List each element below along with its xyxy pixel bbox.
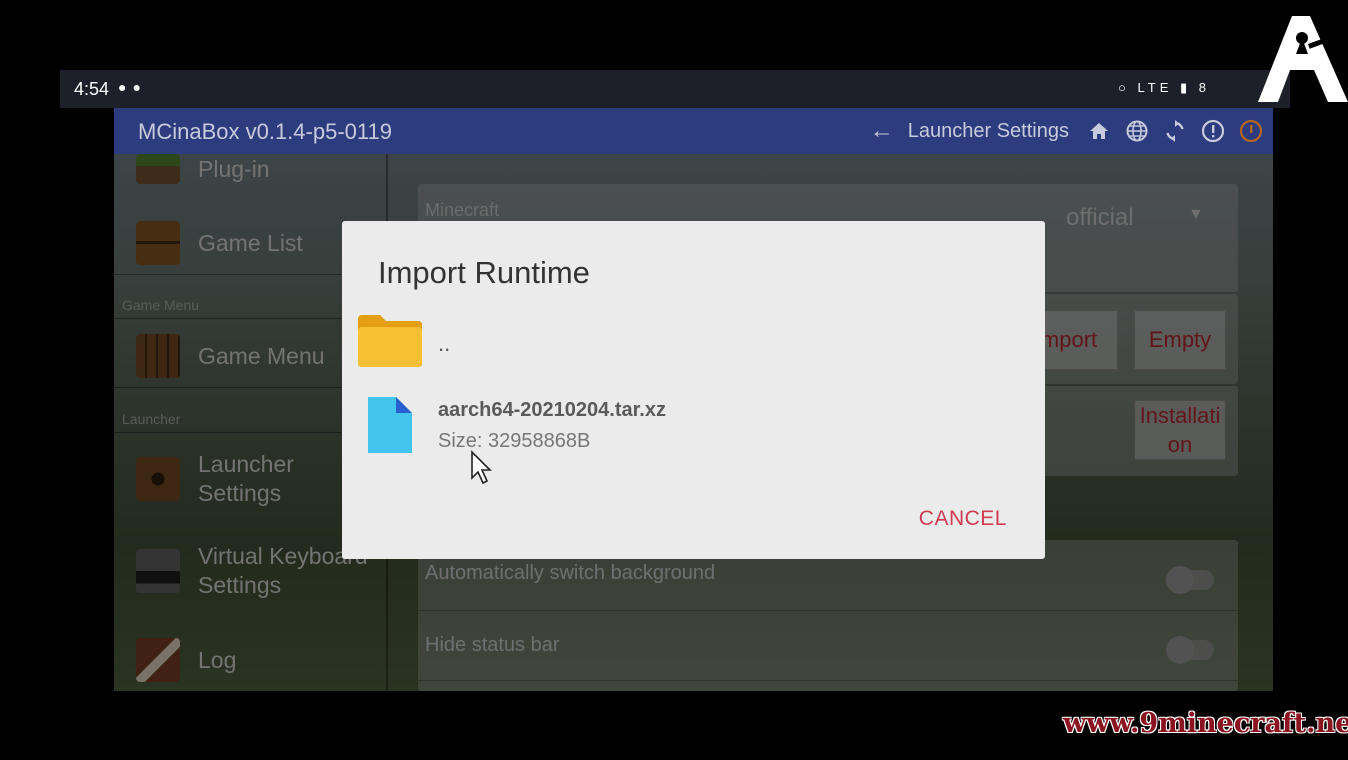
app-title: MCinaBox v0.1.4-p5-0119 bbox=[138, 119, 392, 144]
site-watermark: www.9minecraft.net bbox=[1063, 708, 1348, 739]
cancel-button[interactable]: CANCEL bbox=[919, 507, 1007, 531]
dialog-title: Import Runtime bbox=[378, 255, 590, 290]
system-status-icons: ○ LTE ▮ 8 bbox=[1118, 80, 1210, 95]
status-bar: 4:54 ●● ○ LTE ▮ 8 bbox=[60, 70, 1290, 108]
home-icon[interactable] bbox=[1087, 119, 1111, 143]
folder-icon bbox=[358, 315, 422, 367]
channel-logo-icon bbox=[1258, 16, 1348, 102]
app-bar: MCinaBox v0.1.4-p5-0119 ← Launcher Setti… bbox=[114, 108, 1273, 154]
info-icon[interactable] bbox=[1239, 119, 1263, 143]
notification-icons: ●● bbox=[118, 79, 147, 95]
file-size: Size: 32958868B bbox=[438, 430, 591, 452]
alert-icon[interactable] bbox=[1201, 119, 1225, 143]
sync-icon[interactable] bbox=[1163, 119, 1187, 143]
mouse-cursor-icon bbox=[471, 450, 492, 485]
appbar-actions: ← Launcher Settings bbox=[870, 116, 1263, 146]
file-name: aarch64-20210204.tar.xz bbox=[438, 399, 666, 421]
parent-folder-item[interactable]: .. bbox=[356, 313, 1026, 379]
file-list-item[interactable]: aarch64-20210204.tar.xz Size: 32958868B bbox=[356, 391, 1026, 471]
appbar-subtitle: Launcher Settings bbox=[907, 119, 1069, 142]
globe-icon[interactable] bbox=[1125, 119, 1149, 143]
parent-folder-label: .. bbox=[438, 331, 451, 356]
back-arrow-icon[interactable]: ← bbox=[870, 117, 894, 145]
file-icon bbox=[368, 397, 412, 453]
status-time: 4:54 bbox=[74, 79, 110, 99]
import-runtime-dialog: Import Runtime .. aarch64-20210204.tar.x… bbox=[342, 221, 1045, 559]
